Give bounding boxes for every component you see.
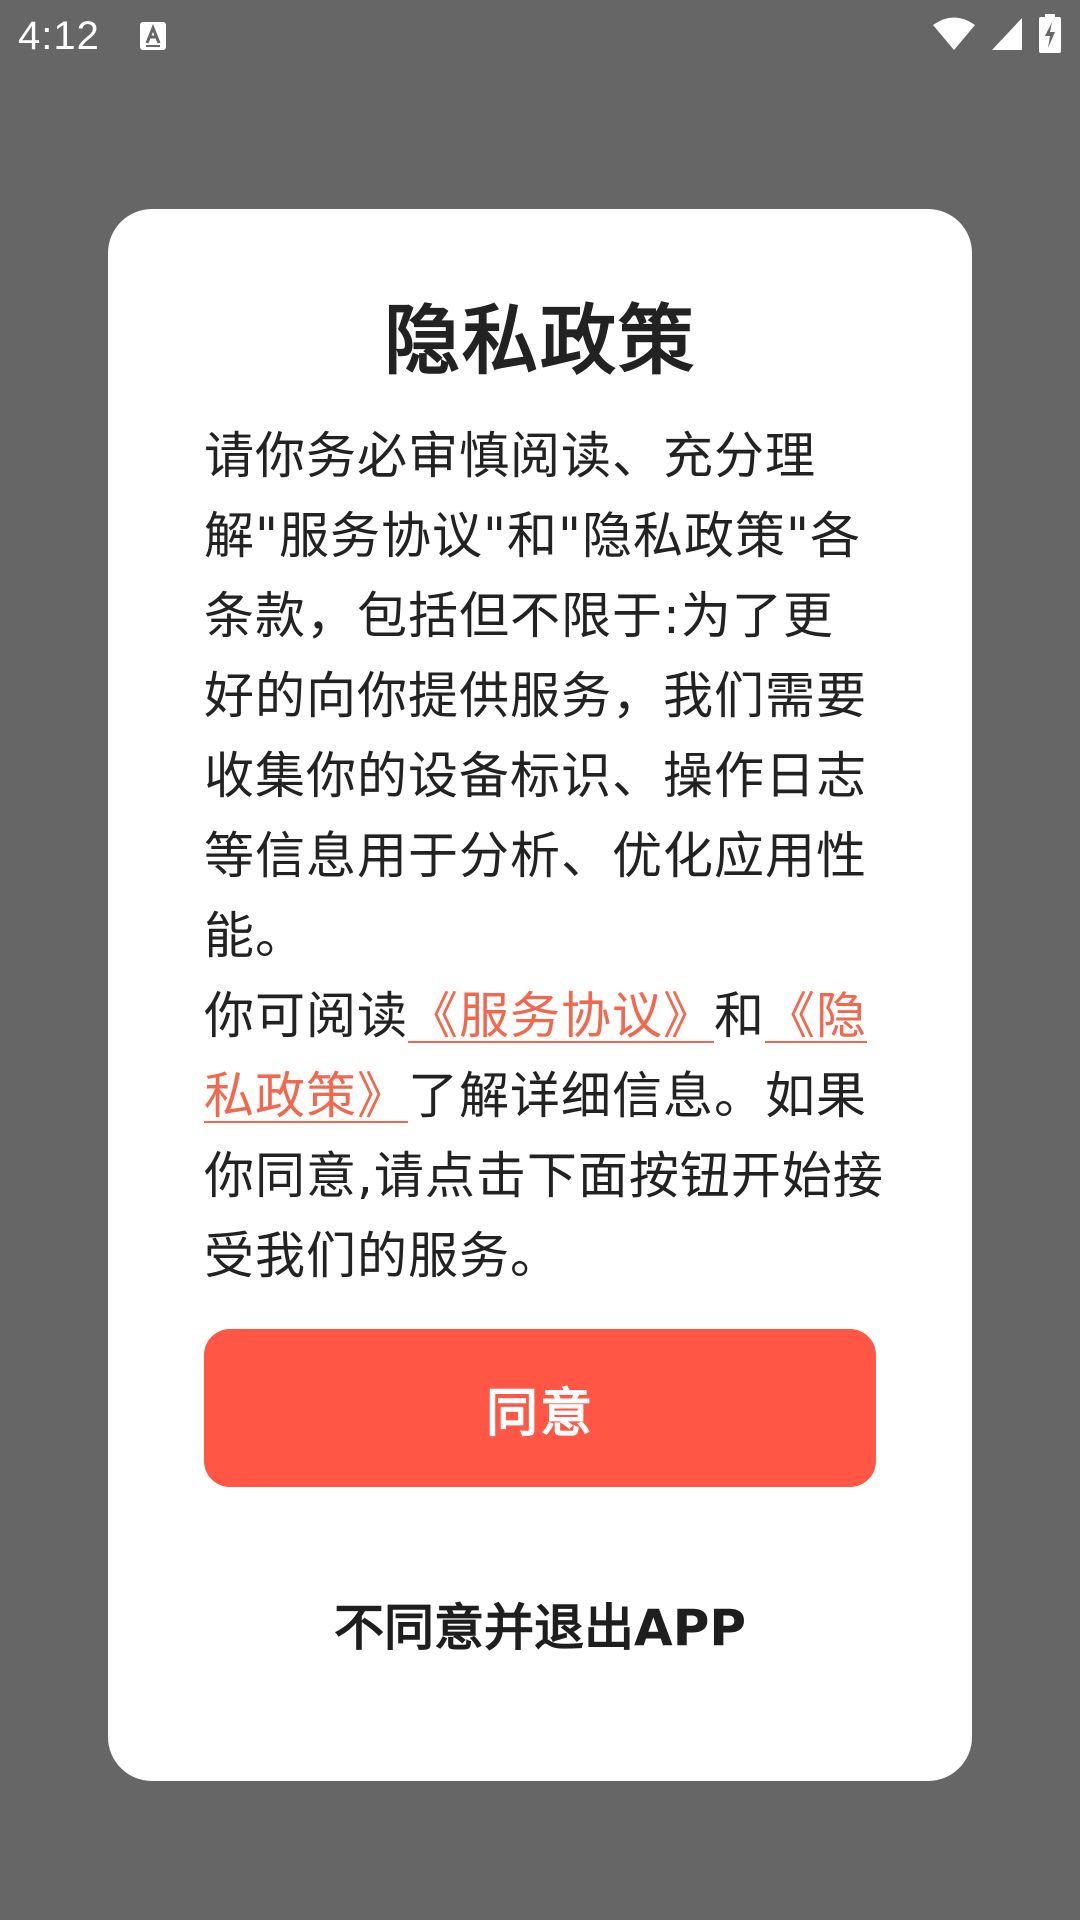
agree-button[interactable]: 同意 (204, 1329, 876, 1487)
read-prefix-text: 你可阅读 (204, 987, 408, 1045)
battery-charging-icon (1038, 14, 1062, 58)
wifi-icon (932, 16, 976, 56)
policy-summary-text: 请你务必审慎阅读、充分理解"服务协议"和"隐私政策"各条款，包括但不限于:为了更… (204, 427, 867, 965)
and-text: 和 (714, 987, 765, 1045)
policy-read-text: 你可阅读《服务协议》和《隐私政策》了解详细信息。如果你同意,请点击下面按钮开始接… (204, 976, 884, 1296)
status-time: 4:12 (18, 13, 100, 58)
dialog-body: 请你务必审慎阅读、充分理解"服务协议"和"隐私政策"各条款，包括但不限于:为了更… (204, 416, 884, 1296)
disagree-exit-button[interactable]: 不同意并退出APP (204, 1549, 876, 1699)
text-format-icon (138, 20, 168, 52)
status-bar: 4:12 (0, 0, 1080, 72)
cellular-signal-icon (990, 16, 1024, 56)
dialog-title: 隐私政策 (384, 296, 696, 385)
status-icons (932, 14, 1062, 58)
privacy-dialog: 隐私政策 请你务必审慎阅读、充分理解"服务协议"和"隐私政策"各条款，包括但不限… (108, 209, 972, 1781)
service-agreement-link[interactable]: 《服务协议》 (408, 987, 714, 1045)
